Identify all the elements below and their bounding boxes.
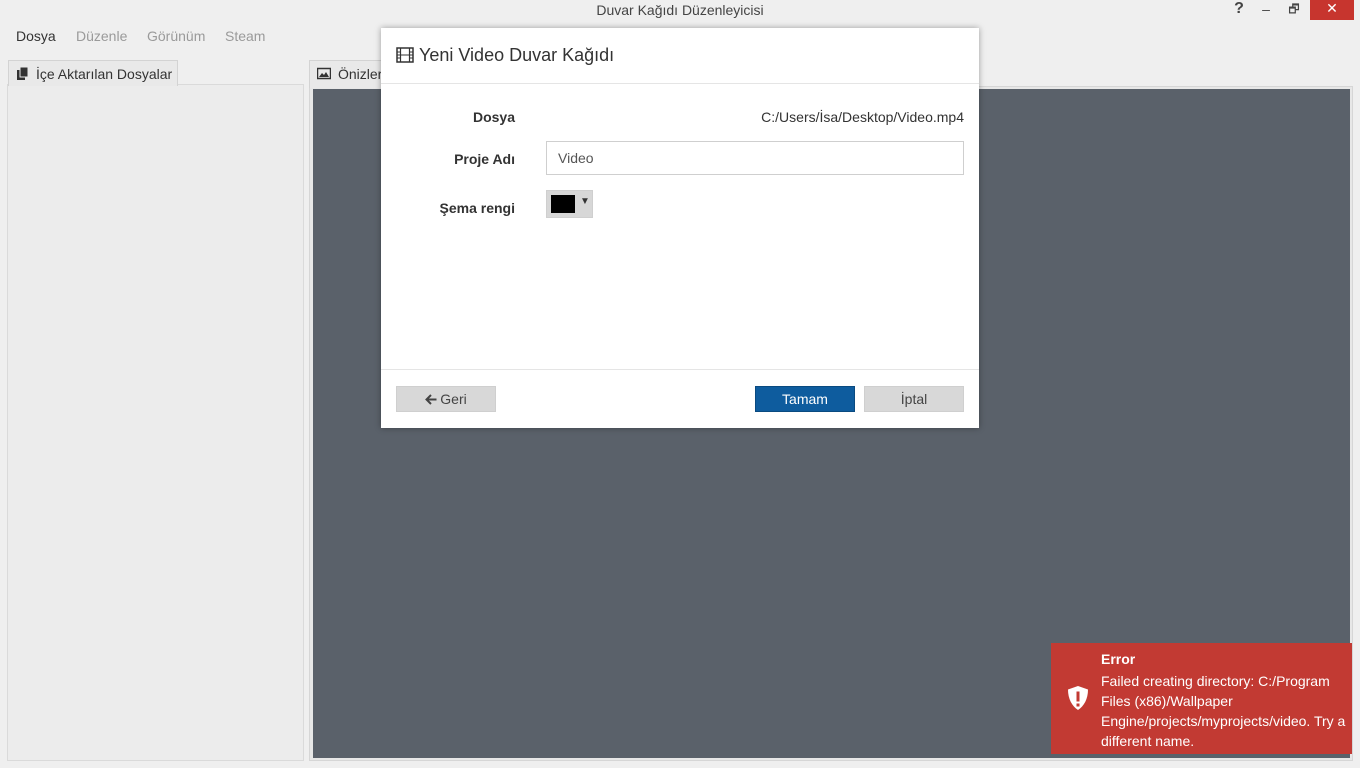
help-button[interactable]: ? — [1225, 0, 1253, 20]
scheme-color-label: Şema rengi — [439, 200, 515, 216]
back-button[interactable]: Geri — [396, 386, 496, 412]
tab-imported-files[interactable]: İçe Aktarılan Dosyalar — [8, 60, 178, 86]
file-label: Dosya — [472, 109, 515, 125]
back-button-label: Geri — [440, 391, 467, 407]
copy-icon — [17, 67, 29, 80]
toast-title: Error — [1101, 651, 1136, 667]
dialog-header: Yeni Video Duvar Kağıdı — [381, 28, 979, 84]
close-button[interactable]: ✕ — [1310, 0, 1354, 20]
project-name-input[interactable] — [546, 141, 964, 175]
dialog-title: Yeni Video Duvar Kağıdı — [419, 45, 615, 65]
ok-button[interactable]: Tamam — [755, 386, 855, 412]
film-icon — [396, 47, 414, 63]
image-icon — [317, 67, 331, 80]
shield-alert-icon — [1068, 686, 1088, 710]
cancel-button[interactable]: İptal — [864, 386, 964, 412]
window-title: Duvar Kağıdı Düzenleyicisi — [596, 2, 764, 18]
menu-steam[interactable]: Steam — [225, 28, 265, 44]
minimize-button[interactable]: – — [1252, 0, 1280, 20]
tab-preview-label: Önizler — [338, 66, 383, 82]
menu-duzenle[interactable]: Düzenle — [76, 28, 127, 44]
title-bar: Duvar Kağıdı Düzenleyicisi ? – 🗗 ✕ — [0, 0, 1360, 22]
menu-gorunum[interactable]: Görünüm — [147, 28, 205, 44]
menu-dosya[interactable]: Dosya — [16, 28, 56, 44]
tab-preview[interactable]: Önizler — [309, 60, 389, 88]
new-video-wallpaper-dialog: Yeni Video Duvar Kağıdı Dosya C:/Users/İ… — [381, 28, 979, 428]
error-toast[interactable]: Error Failed creating directory: C:/Prog… — [1051, 643, 1352, 754]
dialog-footer: Geri Tamam İptal — [381, 369, 979, 429]
toast-message: Failed creating directory: C:/Program Fi… — [1101, 673, 1346, 749]
file-path-value: C:/Users/İsa/Desktop/Video.mp4 — [761, 109, 964, 125]
color-swatch — [551, 195, 575, 213]
imported-files-panel — [7, 84, 304, 761]
arrow-left-icon — [425, 394, 437, 405]
chevron-down-icon: ▼ — [580, 196, 590, 207]
scheme-color-picker[interactable]: ▼ — [546, 190, 593, 218]
restore-button[interactable]: 🗗 — [1280, 0, 1308, 20]
tab-imported-files-label: İçe Aktarılan Dosyalar — [36, 66, 173, 82]
project-name-label: Proje Adı — [454, 151, 515, 167]
